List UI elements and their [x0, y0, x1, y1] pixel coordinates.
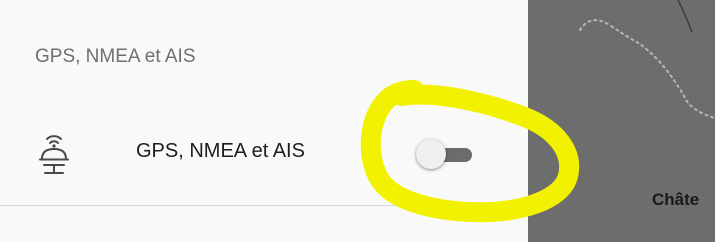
- setting-row-gps-nmea-ais[interactable]: GPS, NMEA et AIS: [0, 112, 530, 202]
- section-title: GPS, NMEA et AIS: [35, 46, 196, 67]
- divider: [0, 205, 530, 206]
- map-place-label: Châte: [652, 190, 700, 209]
- settings-panel: GPS, NMEA et AIS GPS, NMEA et AIS: [0, 0, 530, 242]
- gps-antenna-icon: [34, 132, 74, 180]
- toggle-thumb: [416, 139, 446, 169]
- map-view[interactable]: Châte: [528, 0, 715, 242]
- setting-label: GPS, NMEA et AIS: [136, 140, 305, 162]
- gps-toggle-switch[interactable]: [412, 134, 478, 174]
